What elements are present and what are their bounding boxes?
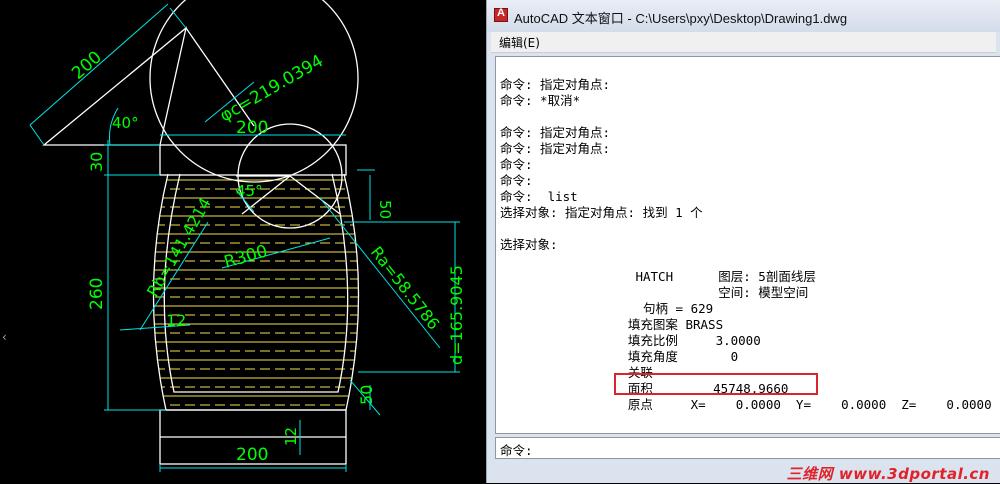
history-line: 命令: list xyxy=(500,189,578,204)
history-line: 命令: xyxy=(500,173,533,188)
body-outline[interactable] xyxy=(152,173,360,411)
dim-angle-40[interactable]: 40° xyxy=(112,114,139,132)
dim-angle-45[interactable]: 45° xyxy=(236,182,263,200)
history-line: 空间: 模型空间 xyxy=(500,285,809,300)
autocad-text-window[interactable]: AutoCAD 文本窗口 - C:\Users\pxy\Desktop\Draw… xyxy=(486,0,1000,483)
command-prompt: 命令: xyxy=(500,443,533,458)
dim-right-50[interactable]: 50 xyxy=(376,200,394,219)
history-line: HATCH 图层: 5剖面线层 xyxy=(500,269,816,284)
title-bar[interactable]: AutoCAD 文本窗口 - C:\Users\pxy\Desktop\Draw… xyxy=(487,0,1000,32)
history-line: 填充角度 0 xyxy=(500,349,739,364)
dim-circle-diameter[interactable]: φc=219.0394 xyxy=(217,51,327,126)
dim-small-12[interactable]: 12 xyxy=(166,311,186,330)
dim-top-200[interactable]: 200 xyxy=(236,118,268,138)
command-line[interactable]: 命令: xyxy=(495,437,1000,459)
history-line: 填充比例 3.0000 xyxy=(500,333,761,348)
menu-bar: 编辑(E) xyxy=(491,32,996,53)
history-line: 填充图案 BRASS xyxy=(500,317,724,332)
cad-drawing-area[interactable]: 200 40° φc=219.0394 200 30 45° 50 R300 R… xyxy=(0,0,488,483)
dim-d[interactable]: d=165.9045 xyxy=(447,265,466,365)
dim-left-30[interactable]: 30 xyxy=(87,152,106,172)
menu-edit[interactable]: 编辑(E) xyxy=(499,34,540,51)
history-line: 选择对象: xyxy=(500,237,558,252)
history-line: 原点 X= 0.0000 Y= 0.0000 Z= 0.0000 xyxy=(500,397,992,412)
command-history[interactable]: 命令: 指定对角点: 命令: *取消* 命令: 指定对角点: 命令: 指定对角点: 命令… xyxy=(495,56,1000,434)
window-title: AutoCAD 文本窗口 - C:\Users\pxy\Desktop\Draw… xyxy=(514,11,848,26)
scroll-left-arrow-icon[interactable]: ‹ xyxy=(2,330,7,344)
history-line: 命令: xyxy=(500,157,533,172)
dim-ra[interactable]: Ra=58.5786 xyxy=(367,243,444,334)
dim-r300[interactable]: R300 xyxy=(222,241,270,272)
status-bar: 三维网 www.3dportal.cn xyxy=(487,460,1000,483)
dimension-lines xyxy=(29,3,460,472)
history-line: 选择对象: 指定对角点: 找到 1 个 xyxy=(500,205,703,220)
autocad-app-icon xyxy=(494,7,508,22)
dim-slant-200[interactable]: 200 xyxy=(68,47,106,83)
history-line: 句柄 = 629 xyxy=(500,301,714,316)
cad-canvas[interactable]: 200 40° φc=219.0394 200 30 45° 50 R300 R… xyxy=(0,0,488,483)
dim-bottom-right-50[interactable]: 50 xyxy=(357,385,376,405)
dimension-texts: 200 40° φc=219.0394 200 30 45° 50 R300 R… xyxy=(68,47,466,465)
wedge-diag-right xyxy=(289,175,341,215)
history-line: 命令: 指定对角点: xyxy=(500,77,611,92)
dim-bottom-200[interactable]: 200 xyxy=(236,445,268,465)
dim-rb[interactable]: Rb=141.4214 xyxy=(143,194,215,300)
area-highlight-box xyxy=(614,373,818,395)
history-line: 命令: 指定对角点: xyxy=(500,141,611,156)
history-line: 命令: 指定对角点: xyxy=(500,125,611,140)
history-line: 命令: *取消* xyxy=(500,93,581,108)
watermark: 三维网 www.3dportal.cn xyxy=(786,465,990,483)
dim-bottom-12[interactable]: 12 xyxy=(282,427,300,446)
dim-left-260[interactable]: 260 xyxy=(87,278,107,310)
